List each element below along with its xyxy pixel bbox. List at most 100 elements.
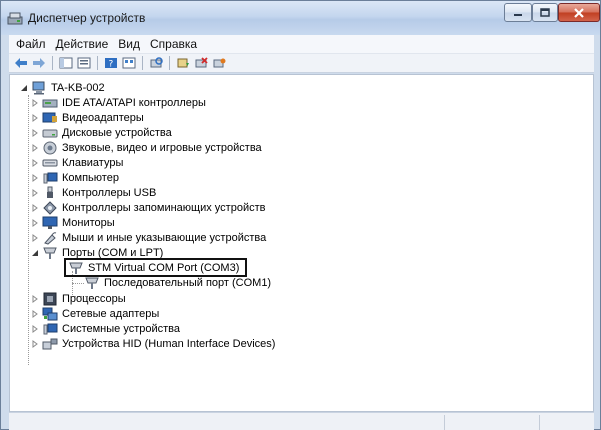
mouse-icon	[42, 231, 58, 245]
tree-root-node[interactable]: TA-KB-002	[19, 80, 105, 95]
storage-controller-icon	[42, 200, 58, 215]
expanded-arrow-icon[interactable]	[30, 248, 39, 257]
status-separator	[444, 415, 445, 430]
category-label: Компьютер	[62, 171, 119, 184]
tree-category[interactable]: Клавиатуры	[30, 155, 123, 170]
collapsed-arrow-icon[interactable]	[30, 128, 39, 137]
ide-controller-icon	[42, 96, 58, 110]
disk-drive-icon	[42, 126, 58, 140]
toolbar: ?	[9, 54, 594, 73]
category-label: Контроллеры USB	[62, 186, 157, 199]
category-label: Устройства HID (Human Interface Devices)	[62, 337, 276, 350]
menu-help[interactable]: Справка	[145, 37, 202, 51]
collapsed-arrow-icon[interactable]	[30, 188, 39, 197]
toolbar-separator	[97, 56, 98, 70]
svg-text:?: ?	[109, 60, 114, 70]
tree-device[interactable]: Последовательный порт (COM1)	[84, 275, 271, 290]
usb-icon	[42, 186, 58, 200]
hid-icon	[42, 337, 58, 351]
tree-category[interactable]: Сетевые адаптеры	[30, 306, 159, 321]
collapsed-arrow-icon[interactable]	[30, 143, 39, 152]
processor-icon	[42, 292, 58, 306]
tree-category[interactable]: Контроллеры USB	[30, 185, 156, 200]
expanded-arrow-icon[interactable]	[19, 83, 28, 92]
device-label: Последовательный порт (COM1)	[104, 276, 272, 289]
collapsed-arrow-icon[interactable]	[30, 309, 39, 318]
device-tree-panel[interactable]: TA-KB-002 IDE ATA/ATAPI контроллеры Виде…	[9, 74, 594, 412]
collapsed-arrow-icon[interactable]	[30, 203, 39, 212]
disable-device-icon[interactable]	[193, 56, 209, 70]
tree-connector	[72, 283, 84, 284]
collapsed-arrow-icon[interactable]	[30, 98, 39, 107]
toolbar-separator	[169, 56, 170, 70]
tree-category[interactable]: Дисковые устройства	[30, 125, 172, 140]
status-separator	[539, 415, 540, 430]
computer-icon	[42, 171, 58, 185]
tree-category[interactable]: Видеоадаптеры	[30, 110, 144, 125]
tree-category[interactable]: Системные устройства	[30, 321, 180, 336]
tree-category[interactable]: Процессоры	[30, 291, 126, 306]
forward-icon[interactable]	[31, 56, 47, 70]
tree-category[interactable]: Мониторы	[30, 215, 115, 230]
maximize-icon	[540, 7, 550, 17]
category-label: Клавиатуры	[62, 156, 124, 169]
tree-category[interactable]: Звуковые, видео и игровые устройства	[30, 140, 262, 155]
device-manager-icon	[7, 11, 23, 25]
system-devices-icon	[42, 322, 58, 336]
tree-category[interactable]: Контроллеры запоминающих устройств	[30, 200, 265, 215]
close-button[interactable]	[558, 3, 600, 22]
collapsed-arrow-icon[interactable]	[30, 218, 39, 227]
menu-view[interactable]: Вид	[113, 37, 145, 51]
root-label: TA-KB-002	[51, 81, 105, 94]
category-label: Видеоадаптеры	[62, 111, 144, 124]
category-label: Мыши и иные указывающие устройства	[62, 231, 267, 244]
category-label: IDE ATA/ATAPI контроллеры	[62, 96, 206, 109]
tree-category[interactable]: Устройства HID (Human Interface Devices)	[30, 336, 275, 351]
view-icon[interactable]	[121, 56, 137, 70]
category-label: Дисковые устройства	[62, 126, 172, 139]
status-bar	[9, 412, 594, 430]
uninstall-device-icon[interactable]	[211, 56, 227, 70]
scan-hardware-icon[interactable]	[148, 56, 164, 70]
title-bar[interactable]: Диспетчер устройств	[1, 1, 600, 35]
update-driver-icon[interactable]	[175, 56, 191, 70]
port-icon	[42, 246, 58, 260]
back-icon[interactable]	[13, 56, 29, 70]
collapsed-arrow-icon[interactable]	[30, 339, 39, 348]
category-label: Сетевые адаптеры	[62, 307, 160, 320]
category-label: Порты (COM и LPT)	[62, 246, 164, 259]
category-label: Контроллеры запоминающих устройств	[62, 201, 266, 214]
menu-file[interactable]: Файл	[11, 37, 51, 51]
tree-category[interactable]: Мыши и иные указывающие устройства	[30, 230, 266, 245]
collapsed-arrow-icon[interactable]	[30, 158, 39, 167]
category-label: Процессоры	[62, 292, 126, 305]
network-adapter-icon	[42, 307, 58, 321]
tree-category[interactable]: Компьютер	[30, 170, 119, 185]
window-title: Диспетчер устройств	[28, 11, 146, 25]
port-icon	[84, 276, 100, 290]
collapsed-arrow-icon[interactable]	[30, 113, 39, 122]
computer-icon	[31, 81, 47, 95]
collapsed-arrow-icon[interactable]	[30, 294, 39, 303]
keyboard-icon	[42, 156, 58, 170]
category-label: Системные устройства	[62, 322, 181, 335]
device-manager-window: Диспетчер устройств Файл Действие Вид Сп…	[0, 0, 601, 430]
help-icon[interactable]: ?	[103, 56, 119, 70]
collapsed-arrow-icon[interactable]	[30, 324, 39, 333]
properties-icon[interactable]	[76, 56, 92, 70]
sound-icon	[42, 141, 58, 155]
monitor-icon	[42, 216, 58, 230]
toolbar-separator	[142, 56, 143, 70]
toolbar-separator	[52, 56, 53, 70]
minimize-button[interactable]	[504, 3, 532, 22]
collapsed-arrow-icon[interactable]	[30, 173, 39, 182]
show-hide-console-tree-icon[interactable]	[58, 56, 74, 70]
category-label: Мониторы	[62, 216, 115, 229]
collapsed-arrow-icon[interactable]	[30, 233, 39, 242]
tree-category[interactable]: IDE ATA/ATAPI контроллеры	[30, 95, 206, 110]
menu-action[interactable]: Действие	[51, 37, 114, 51]
tree-connector	[28, 95, 29, 365]
menu-bar: Файл Действие Вид Справка	[9, 35, 594, 54]
maximize-button[interactable]	[532, 3, 558, 22]
minimize-icon	[514, 13, 522, 16]
